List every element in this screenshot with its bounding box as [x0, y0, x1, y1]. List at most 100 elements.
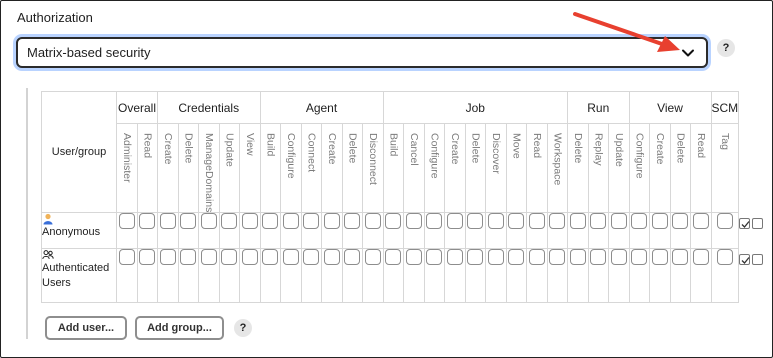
- permission-checkbox[interactable]: [716, 213, 733, 229]
- permission-checkbox[interactable]: [692, 249, 709, 265]
- permission-cell: [444, 212, 466, 249]
- permission-checkbox[interactable]: [446, 213, 463, 229]
- permission-header: Update: [218, 123, 240, 213]
- row-toggle-all[interactable]: [739, 254, 769, 268]
- permission-checkbox[interactable]: [262, 249, 279, 265]
- permission-checkbox[interactable]: [139, 249, 156, 265]
- permission-checkbox[interactable]: [405, 213, 422, 229]
- permission-checkbox[interactable]: [241, 213, 258, 229]
- permission-checkbox[interactable]: [221, 213, 238, 229]
- add-user-button[interactable]: Add user...: [45, 316, 127, 340]
- permission-checkbox[interactable]: [487, 249, 504, 265]
- permission-checkbox[interactable]: [487, 213, 504, 229]
- permission-label: Tag: [718, 133, 731, 150]
- permission-checkbox[interactable]: [221, 249, 238, 265]
- permission-checkbox[interactable]: [508, 213, 525, 229]
- permission-checkbox[interactable]: [118, 213, 135, 229]
- permission-checkbox[interactable]: [323, 249, 340, 265]
- permission-cell: [464, 248, 486, 303]
- permission-checkbox[interactable]: [672, 249, 689, 265]
- authorization-strategy-select[interactable]: Matrix-based security: [16, 37, 708, 68]
- permission-checkbox[interactable]: [651, 249, 668, 265]
- permission-checkbox[interactable]: [549, 213, 566, 229]
- permission-checkbox[interactable]: [569, 213, 586, 229]
- permission-checkbox[interactable]: [508, 249, 525, 265]
- permission-label: Create: [448, 133, 461, 165]
- permission-cell: [177, 212, 199, 249]
- permission-header: Build: [382, 123, 404, 213]
- group-header-row: User/group Overall Credentials Agent Job Run…: [41, 91, 740, 213]
- permission-checkbox[interactable]: [200, 213, 217, 229]
- permission-checkbox[interactable]: [631, 213, 648, 229]
- permission-cell: [567, 212, 589, 249]
- permission-cell: [464, 212, 486, 249]
- permission-checkbox[interactable]: [446, 249, 463, 265]
- permission-checkbox[interactable]: [590, 213, 607, 229]
- permission-cell: [587, 212, 609, 249]
- permission-label: Delete: [571, 133, 584, 164]
- permission-cell: [116, 248, 138, 303]
- permission-cell: [362, 248, 384, 303]
- permission-checkbox[interactable]: [405, 249, 422, 265]
- permission-checkbox[interactable]: [364, 213, 381, 229]
- permission-checkbox[interactable]: [200, 249, 217, 265]
- permission-checkbox[interactable]: [528, 249, 545, 265]
- add-group-button[interactable]: Add group...: [135, 316, 224, 340]
- permission-checkbox[interactable]: [282, 249, 299, 265]
- permission-header: Create: [157, 123, 179, 213]
- unselect-all-checkbox-icon[interactable]: [752, 218, 763, 229]
- permission-matrix: User/group Overall Credentials Agent Job Run…: [41, 91, 740, 303]
- permission-checkbox[interactable]: [159, 249, 176, 265]
- permission-checkbox[interactable]: [262, 213, 279, 229]
- permission-header: Delete: [669, 123, 691, 213]
- permission-cell: [710, 248, 740, 303]
- unselect-all-checkbox-icon[interactable]: [752, 254, 763, 265]
- permission-checkbox[interactable]: [631, 249, 648, 265]
- permission-cell: [587, 248, 609, 303]
- permission-checkbox[interactable]: [590, 249, 607, 265]
- group-header-2: Agent: [259, 91, 384, 124]
- select-all-checkbox-icon[interactable]: [739, 254, 750, 265]
- permission-header: Read: [690, 123, 712, 213]
- permission-checkbox[interactable]: [467, 249, 484, 265]
- select-all-checkbox-icon[interactable]: [739, 218, 750, 229]
- help-icon[interactable]: ?: [717, 39, 735, 57]
- permission-checkbox[interactable]: [118, 249, 135, 265]
- permission-header: Delete: [567, 123, 589, 213]
- permission-checkbox[interactable]: [344, 249, 361, 265]
- permission-checkbox[interactable]: [426, 249, 443, 265]
- permission-checkbox[interactable]: [303, 213, 320, 229]
- permission-checkbox[interactable]: [549, 249, 566, 265]
- permission-checkbox[interactable]: [672, 213, 689, 229]
- permission-checkbox[interactable]: [159, 213, 176, 229]
- permission-checkbox[interactable]: [692, 213, 709, 229]
- permission-checkbox[interactable]: [241, 249, 258, 265]
- permission-label: Create: [325, 133, 338, 165]
- permission-checkbox[interactable]: [303, 249, 320, 265]
- permission-checkbox[interactable]: [282, 213, 299, 229]
- permission-checkbox[interactable]: [323, 213, 340, 229]
- permission-header: Delete: [177, 123, 199, 213]
- help-icon[interactable]: ?: [234, 319, 252, 337]
- permission-checkbox[interactable]: [651, 213, 668, 229]
- permission-checkbox[interactable]: [180, 249, 197, 265]
- permission-checkbox[interactable]: [610, 249, 627, 265]
- permission-cell: [546, 248, 568, 303]
- permission-cell: [300, 248, 322, 303]
- permission-checkbox[interactable]: [716, 249, 733, 265]
- permission-checkbox[interactable]: [344, 213, 361, 229]
- permission-checkbox[interactable]: [426, 213, 443, 229]
- permission-checkbox[interactable]: [385, 249, 402, 265]
- permission-checkbox[interactable]: [610, 213, 627, 229]
- permission-checkbox[interactable]: [385, 213, 402, 229]
- permission-cell: [198, 212, 220, 249]
- row-toggle-all[interactable]: [739, 218, 769, 232]
- group-header-4: Run: [567, 91, 630, 124]
- permission-checkbox[interactable]: [180, 213, 197, 229]
- permission-checkbox[interactable]: [364, 249, 381, 265]
- permission-checkbox[interactable]: [528, 213, 545, 229]
- permission-checkbox[interactable]: [467, 213, 484, 229]
- permission-checkbox[interactable]: [569, 249, 586, 265]
- permission-checkbox[interactable]: [139, 213, 156, 229]
- permission-label: Discover: [489, 133, 502, 174]
